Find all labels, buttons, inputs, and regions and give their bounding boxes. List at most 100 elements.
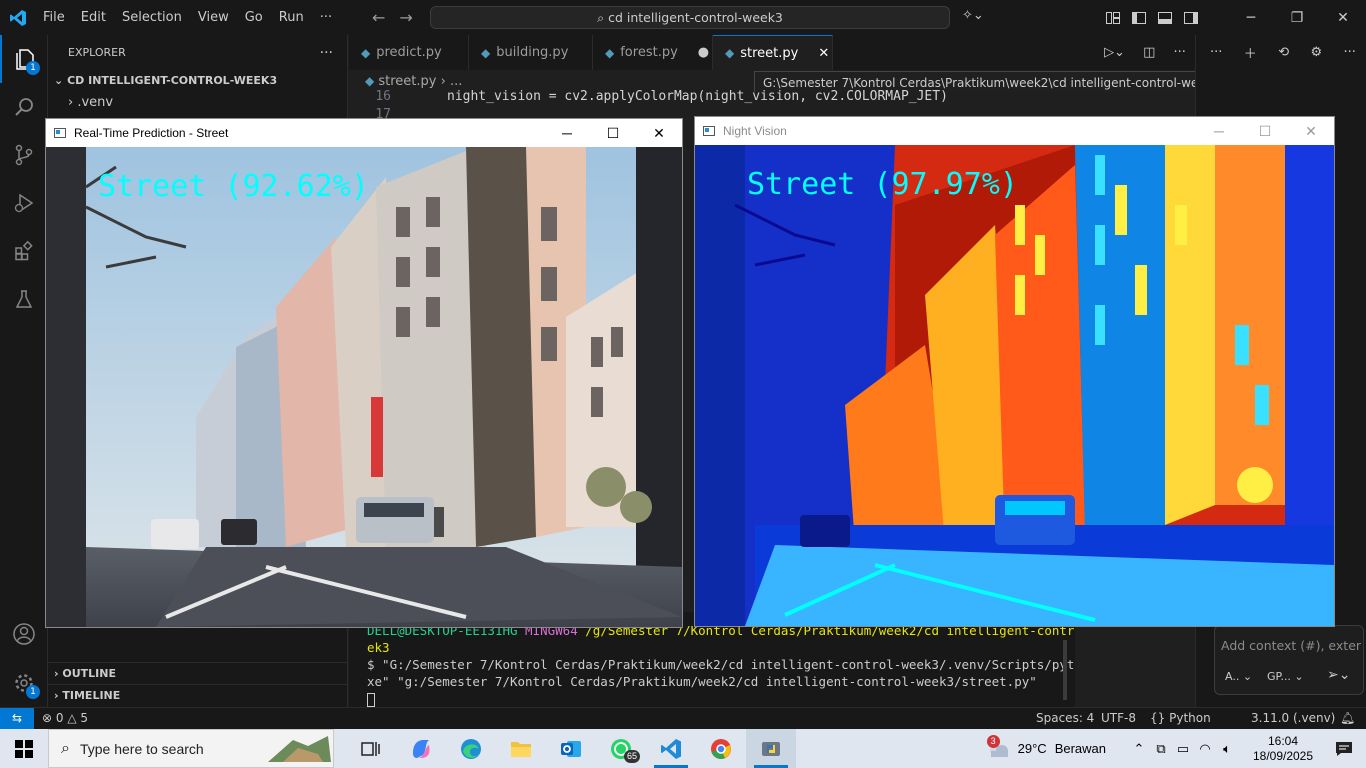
account-icon [13, 623, 35, 645]
tree-item-venv[interactable]: › .venv [48, 92, 347, 114]
gear-icon[interactable]: ⚙ [1311, 45, 1323, 60]
maximize-icon[interactable]: ☐ [590, 119, 636, 147]
problems-status[interactable]: ⊗ 0 △ 5 [42, 708, 88, 729]
menu-file[interactable]: File [35, 0, 73, 35]
workspace-folder[interactable]: ⌄ CD INTELLIGENT-CONTROL-WEEK3 [48, 70, 347, 92]
menu-go[interactable]: Go [237, 0, 271, 35]
terminal-scrollbar[interactable] [1063, 640, 1067, 700]
send-icon[interactable]: ➢⌄ [1327, 667, 1350, 683]
prediction-window[interactable]: Real-Time Prediction - Street ─ ☐ ✕ Stre… [45, 118, 683, 628]
minimize-icon[interactable]: ─ [1228, 0, 1274, 35]
indentation-status[interactable]: Spaces: 4 [1036, 708, 1094, 729]
copilot-icon[interactable]: ✧⌄ [962, 8, 984, 23]
notification-center[interactable] [1322, 741, 1366, 757]
more-actions-icon[interactable]: ··· [1210, 45, 1222, 60]
search-icon [15, 98, 33, 116]
copilot-app[interactable] [396, 729, 446, 768]
tab-predict[interactable]: ◆ predict.py [349, 35, 469, 70]
file-explorer-app[interactable] [496, 729, 546, 768]
task-view-button[interactable] [346, 729, 396, 768]
testing-activity[interactable] [0, 275, 48, 323]
code-line: night_vision = cv2.applyColorMap(night_v… [447, 89, 948, 104]
tab-building[interactable]: ◆ building.py [469, 35, 593, 70]
toggle-primary-sidebar-icon[interactable] [1126, 0, 1152, 35]
agent-select[interactable]: A.. ⌄ [1225, 670, 1252, 683]
extensions-activity[interactable] [0, 227, 48, 275]
encoding-status[interactable]: UTF-8 [1101, 708, 1136, 729]
notifications-icon[interactable]: 🔔︎ [1340, 708, 1355, 729]
split-editor-icon[interactable]: ◫ [1143, 45, 1155, 60]
back-arrow-icon[interactable]: ← [372, 8, 385, 27]
timeline-section[interactable]: › TIMELINE [48, 684, 348, 706]
night-vision-window[interactable]: Night Vision ─ ☐ ✕ Street (97.97%) [694, 116, 1335, 627]
search-activity[interactable] [0, 83, 48, 131]
chevron-up-icon[interactable]: ⌃ [1128, 741, 1150, 757]
edge-app[interactable] [446, 729, 496, 768]
unsaved-dot-icon[interactable]: ● [698, 45, 709, 60]
activity-bar: 1 1 [0, 35, 48, 707]
menu-run[interactable]: Run [271, 0, 312, 35]
battery-icon[interactable]: ▭ [1172, 741, 1194, 757]
outline-section[interactable]: › OUTLINE [48, 662, 348, 684]
vscode-icon [661, 738, 681, 759]
accounts-activity[interactable] [0, 610, 48, 658]
start-button[interactable] [0, 729, 48, 768]
vscode-app[interactable] [646, 729, 696, 768]
run-debug-activity[interactable] [0, 179, 48, 227]
system-tray: 3 29°C Berawan ⌃ ⧉ ▭ ◠ 🔈︎ 16:04 18/09/20… [984, 729, 1366, 768]
customize-layout-icon[interactable] [1100, 0, 1126, 35]
forward-arrow-icon[interactable]: → [399, 8, 412, 27]
more-actions-icon[interactable]: ··· [1344, 45, 1356, 60]
minimize-icon[interactable]: ─ [1196, 117, 1242, 145]
chrome-app[interactable] [696, 729, 746, 768]
maximize-icon[interactable]: ☐ [1242, 117, 1288, 145]
whatsapp-badge: 65 [623, 750, 640, 763]
close-icon[interactable]: ✕ [1320, 0, 1366, 35]
tab-street[interactable]: ◆ street.py ✕ [713, 35, 833, 70]
wifi-icon[interactable]: ◠ [1194, 741, 1216, 757]
close-icon[interactable]: ✕ [1288, 117, 1334, 145]
terminal-command-2: xe" "g:/Semester 7/Kontrol Cerdas/Prakti… [367, 674, 1037, 689]
source-control-activity[interactable] [0, 131, 48, 179]
toggle-secondary-sidebar-icon[interactable] [1178, 0, 1204, 35]
menu-more[interactable]: ··· [312, 0, 340, 35]
chat-input[interactable]: Add context (#), exter A.. ⌄ GP... ⌄ ➢⌄ [1214, 625, 1364, 695]
remote-icon[interactable]: ⇆ [0, 708, 34, 730]
clock[interactable]: 16:04 18/09/2025 [1244, 734, 1322, 764]
model-select[interactable]: GP... ⌄ [1267, 670, 1304, 683]
new-chat-icon[interactable]: ＋ [1244, 43, 1257, 62]
explorer-activity[interactable]: 1 [0, 35, 48, 83]
history-icon[interactable]: ⟲ [1278, 45, 1289, 60]
weather-widget[interactable]: 3 [984, 729, 1014, 768]
menu-selection[interactable]: Selection [114, 0, 190, 35]
more-actions-icon[interactable]: ··· [1174, 45, 1186, 60]
python-app[interactable] [746, 729, 796, 768]
volume-icon[interactable]: 🔈︎ [1216, 741, 1238, 757]
minimize-icon[interactable]: ─ [544, 119, 590, 147]
restore-icon[interactable]: ❐ [1274, 0, 1320, 35]
network-adapter-icon[interactable]: ⧉ [1150, 741, 1172, 757]
chevron-right-icon: › [54, 689, 59, 702]
breadcrumb-rest[interactable]: ... [450, 74, 462, 89]
whatsapp-app[interactable]: 65 [596, 729, 646, 768]
prediction-window-titlebar[interactable]: Real-Time Prediction - Street ─ ☐ ✕ [46, 119, 682, 147]
menu-view[interactable]: View [190, 0, 237, 35]
taskbar-search[interactable]: ⌕ Type here to search [48, 729, 334, 768]
close-icon[interactable]: ✕ [636, 119, 682, 147]
command-center[interactable]: ⌕ cd intelligent-control-week3 [430, 6, 950, 29]
manage-activity[interactable]: 1 [0, 659, 48, 707]
run-icon[interactable]: ▷⌄ [1104, 45, 1125, 60]
close-tab-icon[interactable]: ✕ [818, 46, 829, 61]
toggle-panel-icon[interactable] [1152, 0, 1178, 35]
interpreter-status[interactable]: 3.11.0 (.venv) [1251, 708, 1335, 729]
language-status[interactable]: {} Python [1150, 708, 1211, 729]
chevron-down-icon: ⌄ [54, 74, 64, 87]
menu-edit[interactable]: Edit [73, 0, 114, 35]
flask-icon [15, 290, 33, 308]
breadcrumb-file[interactable]: street.py [378, 74, 436, 89]
night-vision-window-titlebar[interactable]: Night Vision ─ ☐ ✕ [695, 117, 1334, 145]
tab-forest[interactable]: ◆ forest.py ● [593, 35, 713, 70]
outlook-app[interactable] [546, 729, 596, 768]
folder-icon [511, 741, 531, 757]
more-actions-icon[interactable]: ··· [320, 45, 333, 61]
